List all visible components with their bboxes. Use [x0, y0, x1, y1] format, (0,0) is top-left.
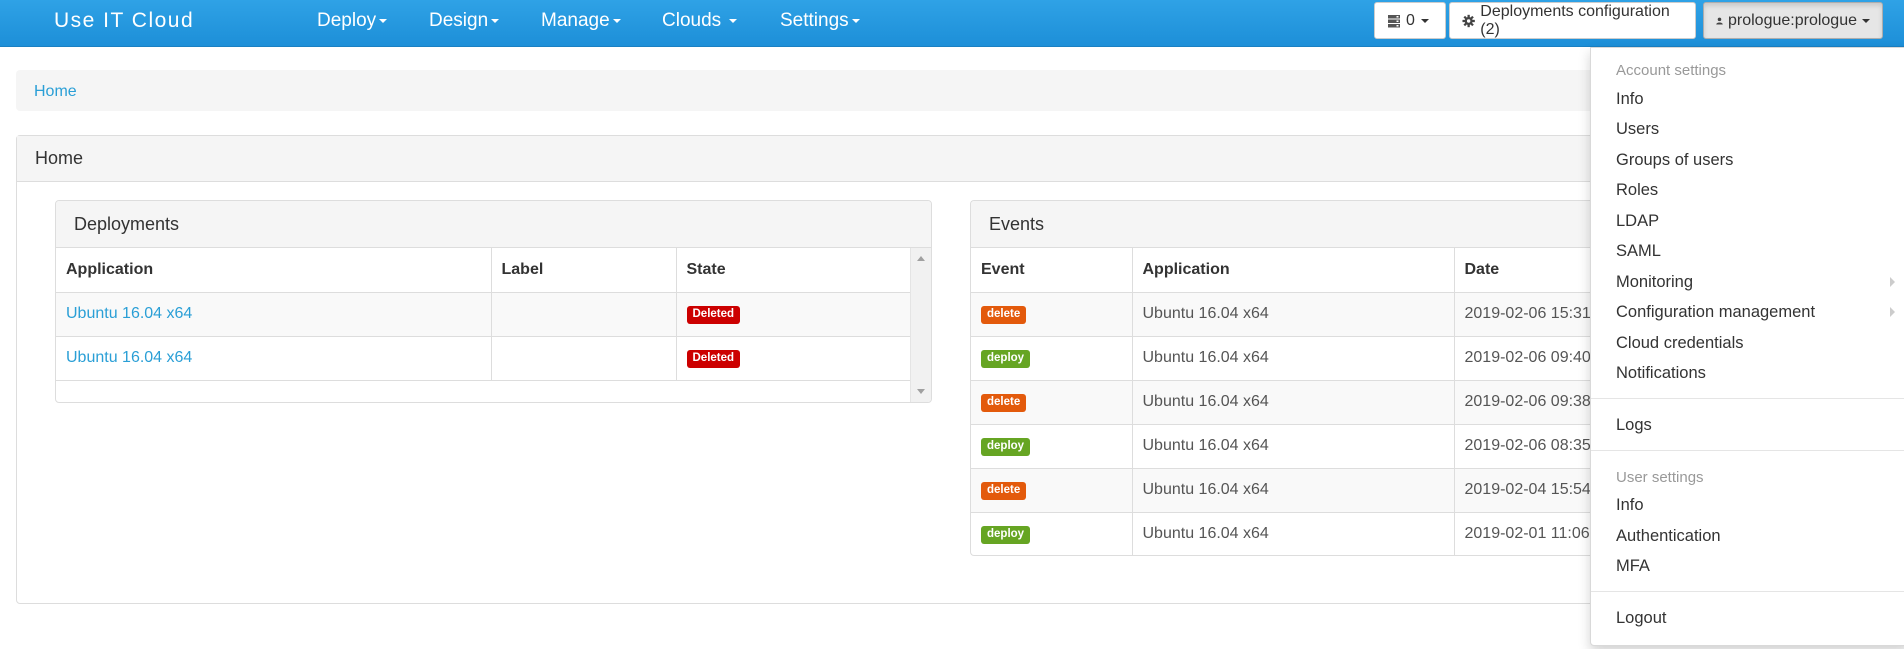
status-badge: Deleted — [686, 305, 741, 325]
user-settings-header: User settings — [1616, 469, 1704, 486]
deployments-panel: Deployments Application Label State Ubun… — [55, 200, 932, 403]
menu-manage-label: Manage — [541, 10, 610, 31]
table-header-row: Application Label State — [56, 248, 912, 293]
menu-deploy[interactable]: Deploy — [317, 10, 388, 32]
column-header-state[interactable]: State — [676, 248, 912, 293]
menu-divider — [1591, 398, 1904, 399]
cell-event: deploy — [971, 424, 1133, 469]
user-icon — [1716, 17, 1723, 24]
cell-event: delete — [971, 380, 1133, 425]
cell-application: Ubuntu 16.04 x64 — [1132, 336, 1455, 381]
menu-item-account-info[interactable]: Info — [1616, 90, 1644, 109]
menu-item-configuration-management[interactable]: Configuration management — [1616, 303, 1815, 322]
cell-event: delete — [971, 292, 1133, 337]
menu-deploy-label: Deploy — [317, 10, 377, 31]
event-badge: delete — [981, 393, 1027, 413]
menu-item-saml[interactable]: SAML — [1616, 242, 1661, 261]
column-header-application[interactable]: Application — [56, 248, 492, 293]
caret-down-icon — [491, 18, 500, 23]
scroll-up-arrow-icon[interactable] — [917, 256, 925, 261]
menu-item-roles[interactable]: Roles — [1616, 181, 1658, 200]
breadcrumb-home-link[interactable]: Home — [34, 83, 77, 100]
event-badge: deploy — [981, 437, 1031, 457]
caret-down-icon — [1420, 18, 1429, 23]
event-badge: deploy — [981, 349, 1031, 369]
menu-manage[interactable]: Manage — [541, 10, 621, 32]
deployments-table: Application Label State Ubuntu 16.04 x64… — [56, 248, 912, 381]
caret-down-icon — [612, 18, 621, 23]
brand-logo[interactable]: Use IT Cloud — [54, 9, 194, 33]
cell-label — [491, 336, 677, 381]
cell-application: Ubuntu 16.04 x64 — [1132, 292, 1455, 337]
table-row: Ubuntu 16.04 x64 Deleted — [56, 336, 912, 381]
account-settings-header: Account settings — [1616, 62, 1727, 79]
caret-down-icon — [1862, 18, 1870, 23]
menu-item-authentication[interactable]: Authentication — [1616, 527, 1721, 546]
cell-application: Ubuntu 16.04 x64 — [1132, 424, 1455, 469]
submenu-arrow-icon — [1890, 277, 1895, 287]
cell-state: Deleted — [676, 336, 912, 381]
servers-count: 0 — [1406, 11, 1415, 29]
cell-application: Ubuntu 16.04 x64 — [1132, 468, 1455, 513]
caret-down-icon — [379, 18, 388, 23]
cell-state: Deleted — [676, 292, 912, 337]
menu-design[interactable]: Design — [429, 10, 500, 32]
menu-item-user-info[interactable]: Info — [1616, 496, 1644, 515]
menu-design-label: Design — [429, 10, 489, 31]
column-header-application[interactable]: Application — [1132, 248, 1455, 293]
deployments-scrollbar[interactable] — [910, 248, 931, 402]
cell-label — [491, 292, 677, 337]
menu-item-groups-of-users[interactable]: Groups of users — [1616, 151, 1733, 170]
menu-item-ldap[interactable]: LDAP — [1616, 212, 1659, 231]
scroll-down-arrow-icon[interactable] — [917, 389, 925, 394]
deployments-table-wrapper: Application Label State Ubuntu 16.04 x64… — [56, 248, 912, 381]
menu-item-mfa[interactable]: MFA — [1616, 557, 1650, 576]
cell-application: Ubuntu 16.04 x64 — [56, 292, 492, 337]
top-navbar: Use IT Cloud Deploy Design Manage Clouds… — [0, 0, 1904, 47]
event-badge: delete — [981, 305, 1027, 325]
menu-settings-label: Settings — [780, 10, 849, 31]
menu-divider — [1591, 591, 1904, 592]
menu-item-users[interactable]: Users — [1616, 120, 1659, 139]
user-dropdown-menu: Account settings Info Users Groups of us… — [1590, 47, 1904, 646]
cell-application: Ubuntu 16.04 x64 — [1132, 380, 1455, 425]
menu-item-notifications[interactable]: Notifications — [1616, 364, 1706, 383]
cell-application: Ubuntu 16.04 x64 — [1132, 512, 1455, 555]
server-icon — [1388, 14, 1400, 27]
menu-clouds-label: Clouds — [662, 10, 722, 31]
menu-item-cloud-credentials[interactable]: Cloud credentials — [1616, 334, 1744, 353]
event-badge: delete — [981, 481, 1027, 501]
user-name: prologue:prologue — [1728, 11, 1857, 29]
deployments-configuration-label: Deployments configuration (2) — [1480, 2, 1670, 38]
menu-divider — [1591, 450, 1904, 451]
cell-event: deploy — [971, 336, 1133, 381]
application-link[interactable]: Ubuntu 16.04 x64 — [66, 305, 192, 322]
menu-clouds[interactable]: Clouds — [662, 10, 738, 32]
deployments-configuration-button[interactable]: Deployments configuration (2) — [1449, 2, 1696, 39]
menu-settings[interactable]: Settings — [780, 10, 860, 32]
application-link[interactable]: Ubuntu 16.04 x64 — [66, 349, 192, 366]
cell-application: Ubuntu 16.04 x64 — [56, 336, 492, 381]
caret-down-icon — [851, 18, 860, 23]
cell-event: deploy — [971, 512, 1133, 555]
status-badge: Deleted — [686, 349, 741, 369]
user-menu-button[interactable]: prologue:prologue — [1703, 2, 1883, 39]
menu-item-logout[interactable]: Logout — [1616, 609, 1666, 628]
column-header-event[interactable]: Event — [971, 248, 1133, 293]
submenu-arrow-icon — [1890, 307, 1895, 317]
caret-down-icon — [729, 18, 738, 23]
servers-button[interactable]: 0 — [1374, 2, 1446, 39]
column-header-label[interactable]: Label — [491, 248, 677, 293]
menu-item-monitoring[interactable]: Monitoring — [1616, 273, 1693, 292]
table-row: Ubuntu 16.04 x64 Deleted — [56, 292, 912, 337]
menu-item-logs[interactable]: Logs — [1616, 416, 1652, 435]
cell-event: delete — [971, 468, 1133, 513]
event-badge: deploy — [981, 525, 1031, 545]
gear-icon — [1462, 14, 1475, 27]
deployments-title: Deployments — [56, 201, 931, 248]
